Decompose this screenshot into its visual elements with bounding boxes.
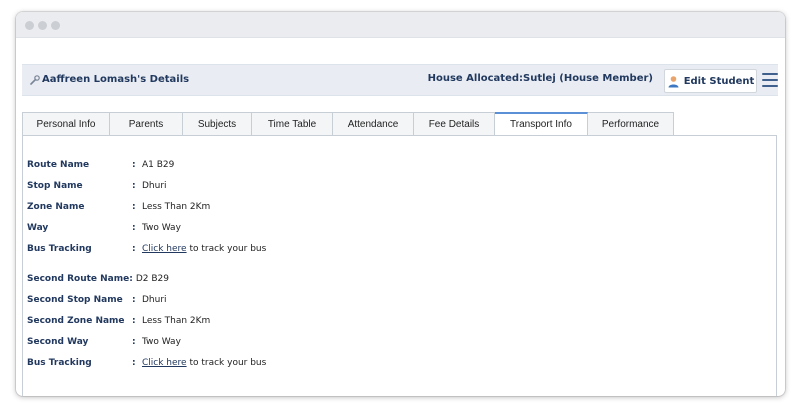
wrench-icon [30,74,40,85]
tab-transport-info[interactable]: Transport Info [495,112,588,136]
stop-name-label: Stop Name [27,181,83,191]
tab-time-table[interactable]: Time Table [252,112,333,136]
stop-name-row: Stop Name : Dhuri [27,179,167,193]
route-name-row: Route Name : A1 B29 [27,158,174,172]
tab-attendance[interactable]: Attendance [333,112,414,136]
second-stop-name-value: Dhuri [142,295,167,305]
colon: : [132,244,136,254]
colon: : [132,223,136,233]
colon: : [132,202,136,212]
route-name-value: A1 B29 [142,160,175,170]
transport-info-panel: Route Name : A1 B29 Stop Name : Dhuri Zo… [22,135,777,396]
second-stop-name-row: Second Stop Name : Dhuri [27,293,167,307]
colon: : [132,316,136,326]
user-icon [667,75,680,88]
tab-bar: Personal Info Parents Subjects Time Tabl… [22,112,674,136]
hamburger-menu-icon[interactable] [762,73,778,87]
browser-window: Aaffreen Lomash's Details House Allocate… [16,12,785,396]
tab-subjects[interactable]: Subjects [183,112,252,136]
way-value: Two Way [142,223,181,233]
second-way-label: Second Way [27,337,89,347]
zone-name-row: Zone Name : Less Than 2Km [27,200,210,214]
second-track-bus-link[interactable]: Click here [142,358,187,368]
track-bus-text: to track your bus [186,244,267,254]
second-stop-name-label: Second Stop Name [27,295,123,305]
second-bus-tracking-row: Bus Tracking : Click here to track your … [27,356,266,370]
second-track-bus-text: to track your bus [186,358,267,368]
colon: : [132,337,136,347]
house-allocated-text: House Allocated:Sutlej (House Member) [427,73,653,84]
second-zone-name-label: Second Zone Name [27,316,125,326]
edit-student-button[interactable]: Edit Student [664,69,757,93]
window-titlebar [16,12,785,38]
tab-personal-info[interactable]: Personal Info [22,112,110,136]
page-title: Aaffreen Lomash's Details [30,74,189,85]
zone-name-value: Less Than 2Km [142,202,211,212]
bus-tracking-row: Bus Tracking : Click here to track your … [27,242,266,256]
second-way-row: Second Way : Two Way [27,335,181,349]
way-label: Way [27,223,49,233]
track-bus-link[interactable]: Click here [142,244,187,254]
stop-name-value: Dhuri [142,181,167,191]
tab-parents[interactable]: Parents [110,112,183,136]
window-close-control[interactable] [25,21,34,30]
colon: : [132,358,136,368]
window-zoom-control[interactable] [51,21,60,30]
second-zone-name-value: Less Than 2Km [142,316,211,326]
window-minimize-control[interactable] [38,21,47,30]
edit-student-label: Edit Student [683,75,755,87]
bus-tracking-label: Bus Tracking [27,244,92,254]
colon: : [132,181,136,191]
zone-name-label: Zone Name [27,202,85,212]
second-route-name-value: D2 B29 [135,274,169,284]
colon: : [132,295,136,305]
colon: : [132,160,136,170]
student-header: Aaffreen Lomash's Details House Allocate… [22,64,778,96]
student-name-title: Aaffreen Lomash's Details [42,74,190,85]
way-row: Way : Two Way [27,221,181,235]
route-name-label: Route Name [27,160,90,170]
tab-performance[interactable]: Performance [588,112,674,136]
second-route-name-label: Second Route Name: [27,274,133,284]
tab-fee-details[interactable]: Fee Details [414,112,495,136]
second-zone-name-row: Second Zone Name : Less Than 2Km [27,314,210,328]
second-route-name-row: Second Route Name: D2 B29 [27,272,169,286]
second-way-value: Two Way [142,337,181,347]
second-bus-tracking-label: Bus Tracking [27,358,92,368]
